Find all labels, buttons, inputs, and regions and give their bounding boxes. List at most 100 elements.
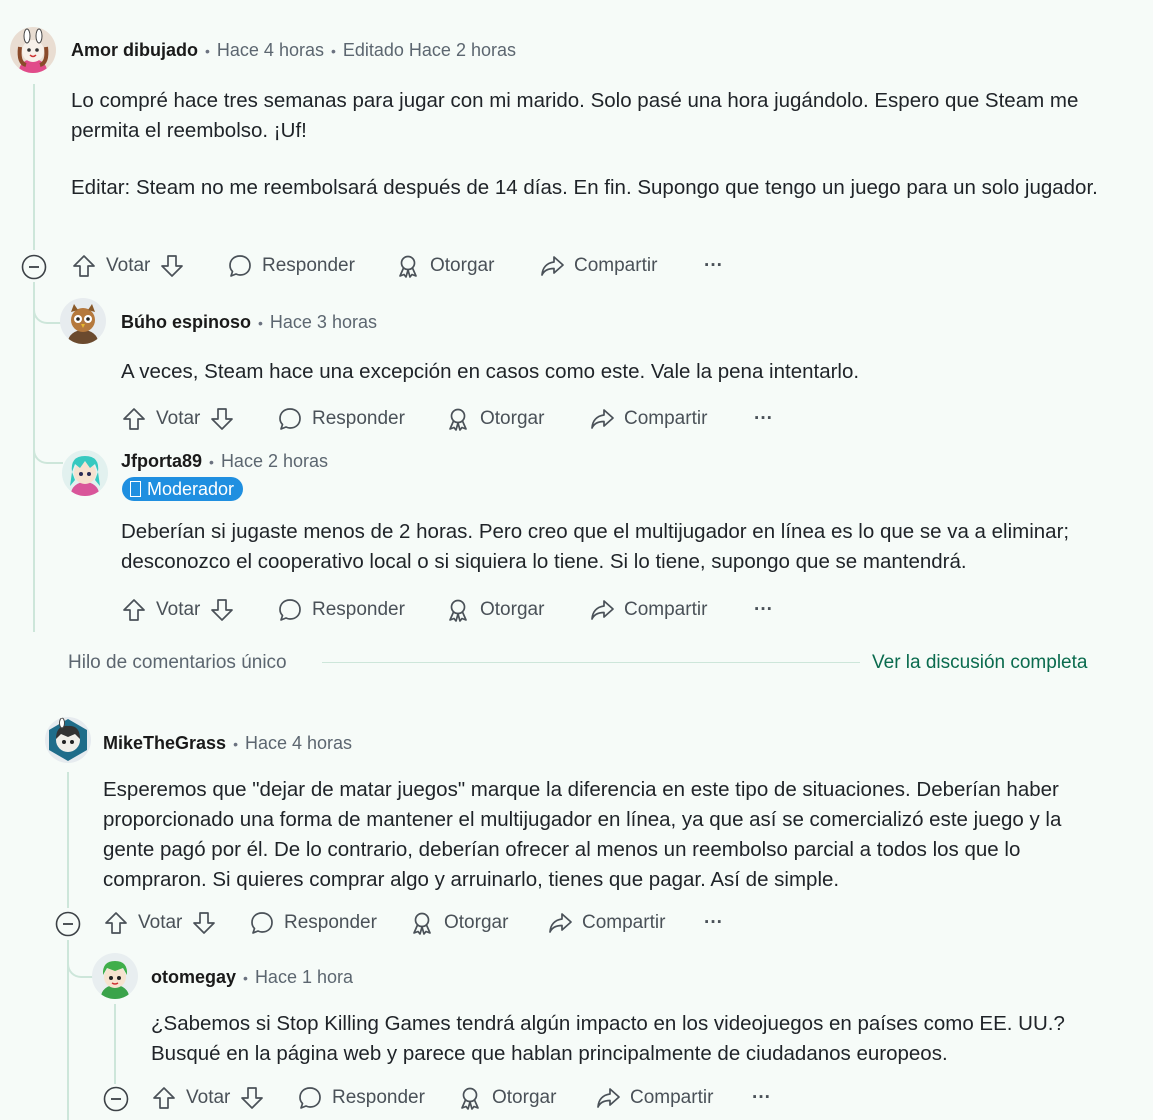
timestamp[interactable]: Hace 4 horas — [217, 40, 324, 61]
comment-meta: Jfporta89 • Hace 2 horas — [121, 451, 328, 472]
comment-icon — [249, 910, 275, 936]
share-label: Compartir — [624, 408, 708, 429]
downvote-icon[interactable] — [191, 910, 217, 936]
award-icon — [457, 1085, 483, 1111]
more-icon: ··· — [752, 1087, 771, 1108]
thread-branch — [33, 282, 61, 324]
comment-body: Lo compré hace tres semanas para jugar c… — [71, 86, 1141, 203]
share-button[interactable]: Compartir — [539, 252, 657, 280]
comment-actions: Votar Responder Otorgar Compartir ··· — [71, 252, 751, 280]
vote-group: Votar — [121, 596, 235, 624]
avatar[interactable] — [60, 298, 106, 344]
thread-branch — [67, 940, 93, 978]
upvote-icon[interactable] — [151, 1085, 177, 1111]
comment-icon — [297, 1085, 323, 1111]
reply-label: Responder — [262, 255, 355, 276]
share-button[interactable]: Compartir — [589, 596, 707, 624]
award-button[interactable]: Otorgar — [445, 405, 544, 433]
more-options-button[interactable]: ··· — [704, 252, 723, 280]
share-label: Compartir — [630, 1087, 714, 1108]
collapse-thread-icon[interactable] — [21, 254, 47, 285]
comment-paragraph: Editar: Steam no me reembolsará después … — [71, 176, 1098, 199]
comment-actions: Votar Responder Otorgar Compartir ··· — [103, 909, 783, 937]
separator-dot: • — [243, 969, 248, 986]
share-button[interactable]: Compartir — [595, 1084, 713, 1112]
upvote-icon[interactable] — [121, 597, 147, 623]
author-name[interactable]: MikeTheGrass — [103, 733, 226, 754]
comment-body: A veces, Steam hace una excepción en cas… — [121, 357, 1141, 387]
avatar[interactable] — [45, 717, 91, 763]
timestamp[interactable]: Hace 3 horas — [270, 312, 377, 333]
share-button[interactable]: Compartir — [589, 405, 707, 433]
comment-body: Esperemos que "dejar de matar juegos" ma… — [103, 775, 1103, 895]
collapse-thread-icon[interactable] — [103, 1086, 129, 1117]
comment-meta: MikeTheGrass • Hace 4 horas — [103, 733, 352, 754]
edited-label: Editado Hace 2 horas — [342, 40, 516, 60]
downvote-icon[interactable] — [209, 406, 235, 432]
upvote-icon[interactable] — [71, 253, 97, 279]
vote-count: Votar — [186, 1087, 231, 1108]
share-icon — [539, 253, 565, 279]
badge-label: Moderador — [147, 479, 235, 499]
timestamp[interactable]: Hace 1 hora — [255, 967, 353, 988]
award-button[interactable]: Otorgar — [409, 909, 508, 937]
vote-count: Votar — [156, 599, 201, 620]
award-icon — [445, 597, 471, 623]
timestamp[interactable]: Hace 4 horas — [245, 733, 352, 754]
comment-icon — [227, 253, 253, 279]
downvote-icon[interactable] — [159, 253, 185, 279]
avatar[interactable] — [92, 953, 138, 999]
award-label: Otorgar — [492, 1087, 557, 1108]
comment-paragraph: ¿Sabemos si Stop Killing Games tendrá al… — [151, 1012, 1065, 1065]
upvote-icon[interactable] — [103, 910, 129, 936]
comment-meta: Amor dibujado • Hace 4 horas • Editado H… — [71, 40, 516, 61]
award-button[interactable]: Otorgar — [445, 596, 544, 624]
avatar[interactable] — [10, 27, 56, 73]
more-options-button[interactable]: ··· — [754, 596, 773, 624]
award-button[interactable]: Otorgar — [457, 1084, 556, 1112]
comment-meta: Búho espinoso • Hace 3 horas — [121, 312, 377, 333]
author-name[interactable]: otomegay — [151, 967, 236, 988]
separator-dot: • — [258, 314, 263, 331]
thread-line — [67, 772, 69, 908]
share-icon — [589, 406, 615, 432]
author-name[interactable]: Amor dibujado — [71, 40, 198, 61]
more-options-button[interactable]: ··· — [754, 405, 773, 433]
award-icon — [409, 910, 435, 936]
reply-button[interactable]: Responder — [277, 596, 405, 624]
view-full-discussion-link[interactable]: Ver la discusión completa — [872, 652, 1087, 674]
reply-button[interactable]: Responder — [277, 405, 405, 433]
comment-icon — [277, 406, 303, 432]
more-options-button[interactable]: ··· — [704, 909, 723, 937]
downvote-icon[interactable] — [209, 597, 235, 623]
more-icon: ··· — [754, 408, 773, 429]
reply-button[interactable]: Responder — [297, 1084, 425, 1112]
comment-paragraph: Lo compré hace tres semanas para jugar c… — [71, 89, 1079, 142]
downvote-icon[interactable] — [239, 1085, 265, 1111]
author-name[interactable]: Jfporta89 — [121, 451, 202, 472]
award-button[interactable]: Otorgar — [395, 252, 494, 280]
more-icon: ··· — [704, 912, 723, 933]
avatar[interactable] — [62, 450, 108, 496]
share-icon — [547, 910, 573, 936]
comment-icon — [277, 597, 303, 623]
comment-body: Deberían si jugaste menos de 2 horas. Pe… — [121, 517, 1146, 577]
award-label: Otorgar — [480, 599, 545, 620]
reply-button[interactable]: Responder — [227, 252, 355, 280]
author-name[interactable]: Búho espinoso — [121, 312, 251, 333]
collapse-thread-icon[interactable] — [55, 911, 81, 942]
share-button[interactable]: Compartir — [547, 909, 665, 937]
thread-branch — [33, 400, 63, 464]
comment-body: ¿Sabemos si Stop Killing Games tendrá al… — [151, 1009, 1071, 1069]
reply-label: Responder — [284, 912, 377, 933]
more-icon: ··· — [704, 255, 723, 276]
comment-paragraph: Deberían si jugaste menos de 2 horas. Pe… — [121, 520, 1070, 573]
upvote-icon[interactable] — [121, 406, 147, 432]
separator-dot: • — [233, 735, 238, 752]
timestamp[interactable]: Hace 2 horas — [221, 451, 328, 472]
single-thread-label: Hilo de comentarios único — [68, 652, 287, 673]
share-label: Compartir — [624, 599, 708, 620]
more-options-button[interactable]: ··· — [752, 1084, 771, 1112]
reply-label: Responder — [312, 408, 405, 429]
reply-button[interactable]: Responder — [249, 909, 377, 937]
